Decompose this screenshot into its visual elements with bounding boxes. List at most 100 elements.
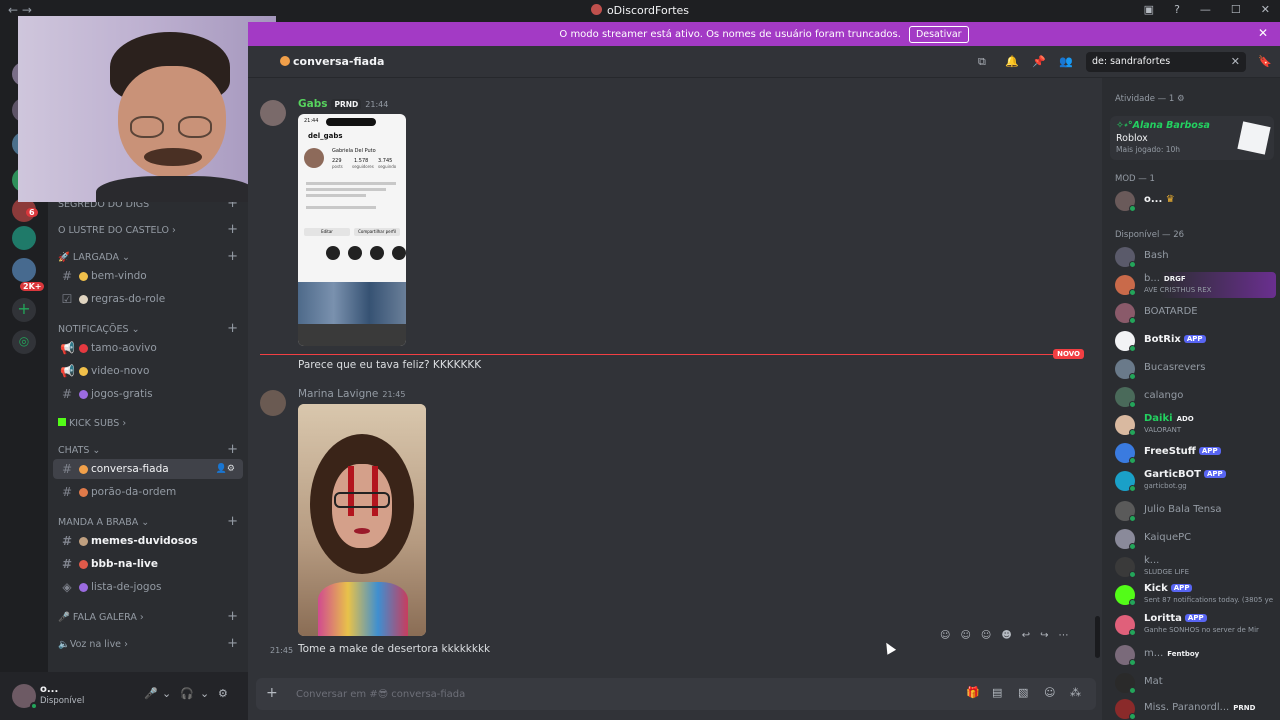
member-item[interactable]: calango — [1110, 384, 1276, 410]
category-o-lustre-do-castelo[interactable]: O LUSTRE DO CASTELO › — [58, 225, 176, 236]
reply-icon[interactable]: ↩ — [1022, 630, 1030, 641]
inbox-icon[interactable]: 🔖 — [1258, 55, 1272, 68]
channel-jogos-gratis[interactable]: # jogos-gratis — [53, 384, 243, 404]
image-attachment[interactable]: 21:44 del_gabs Gabriela Del Puto 229 1.5… — [298, 114, 406, 346]
add-server-button[interactable]: + — [12, 298, 36, 322]
notification-badge: 6 — [26, 208, 38, 217]
channel-bbb-na-live[interactable]: # bbb-na-live — [53, 554, 243, 574]
maximize-button[interactable]: ☐ — [1231, 3, 1241, 16]
chevron-down-icon[interactable]: ⌄ — [162, 687, 171, 700]
emoji-icon — [280, 56, 290, 66]
member-item[interactable]: GarticBOT APP garticbot.gg — [1110, 468, 1276, 494]
server-icon[interactable] — [12, 258, 36, 282]
add-channel-button[interactable]: + — [227, 514, 238, 529]
chevron-down-icon[interactable]: ⌄ — [200, 687, 209, 700]
add-channel-button[interactable]: + — [227, 321, 238, 336]
help-icon[interactable]: ? — [1174, 3, 1180, 16]
activity-card[interactable]: ✧˖°Alana Barbosa Roblox Mais jogado: 10h — [1110, 116, 1274, 160]
server-icon[interactable] — [12, 226, 36, 250]
apps-icon[interactable]: ⁂ — [1070, 686, 1081, 699]
reaction-icon[interactable]: ☺ — [981, 630, 991, 641]
clear-search-icon[interactable]: ✕ — [1231, 55, 1240, 68]
image-attachment[interactable] — [298, 404, 426, 636]
category-manda-a-braba[interactable]: MANDA A BRABA ⌄ — [58, 517, 149, 528]
category-kick-subs[interactable]: KICK SUBS › — [58, 418, 126, 429]
threads-icon[interactable]: ⧉ — [978, 55, 986, 69]
category-chats[interactable]: CHATS ⌄ — [58, 445, 100, 456]
more-icon[interactable]: ⋯ — [1059, 630, 1069, 641]
member-item[interactable]: Mat — [1110, 670, 1276, 696]
member-item[interactable]: Bash — [1110, 244, 1276, 270]
explore-servers-icon[interactable]: ◎ — [12, 330, 36, 354]
message-author[interactable]: Gabs PRND 21:44 — [298, 98, 388, 110]
channel-porao-da-ordem[interactable]: # porão-da-ordem — [53, 482, 243, 502]
forward-icon[interactable]: ↪ — [1040, 630, 1048, 641]
member-item[interactable]: Julio Bala Tensa — [1110, 498, 1276, 524]
channel-memes-duvidosos[interactable]: # memes-duvidosos — [53, 531, 243, 551]
message-hover-toolbar: ☺ ☺ ☺ ☻ ↩ ↪ ⋯ — [940, 630, 1069, 641]
search-input[interactable]: de: sandrafortes ✕ — [1086, 52, 1246, 72]
user-status: Disponível — [40, 696, 85, 706]
member-item[interactable]: BOATARDE — [1110, 300, 1276, 326]
gear-icon[interactable]: ⚙ — [218, 687, 228, 700]
avatar[interactable] — [260, 100, 286, 126]
channel-title: conversa-fiada — [280, 55, 384, 68]
pin-icon[interactable]: 📌 — [1032, 55, 1046, 68]
reaction-icon[interactable]: ☺ — [940, 630, 950, 641]
bell-icon[interactable]: 🔔 — [1005, 55, 1019, 68]
attach-plus-icon[interactable]: + — [266, 685, 278, 701]
add-channel-button[interactable]: + — [227, 249, 238, 264]
member-item[interactable]: Miss. Paranordl... PRND — [1110, 696, 1276, 720]
reaction-icon[interactable]: ☺ — [960, 630, 970, 641]
add-channel-button[interactable]: + — [227, 442, 238, 457]
add-reaction-icon[interactable]: ☻ — [1001, 630, 1011, 641]
member-item[interactable]: Bucasrevers — [1110, 356, 1276, 382]
headphones-icon[interactable]: 🎧 — [180, 687, 194, 700]
member-item[interactable]: o... ♛ — [1110, 188, 1276, 214]
member-item[interactable]: BotRix APP — [1110, 328, 1276, 354]
sticker-icon[interactable]: ▧ — [1018, 686, 1028, 699]
member-item[interactable]: b... DRGF AVE CRISTHUS REX — [1110, 272, 1276, 298]
member-item[interactable]: m... Fentboy — [1110, 642, 1276, 668]
category-voz-na-live[interactable]: 🔈Voz na live › — [58, 639, 128, 650]
member-item[interactable]: Kick APP Sent 87 notifications today. (380… — [1110, 582, 1276, 608]
close-window-button[interactable]: ✕ — [1261, 3, 1270, 16]
gif-icon[interactable]: ▤ — [992, 686, 1002, 699]
channel-lista-de-jogos[interactable]: ◈ lista-de-jogos — [53, 577, 243, 597]
channel-actions[interactable]: 👤⚙ — [216, 464, 235, 474]
gift-icon[interactable]: 🎁 — [966, 686, 980, 699]
emoji-icon — [79, 294, 88, 304]
add-channel-button[interactable]: + — [227, 222, 238, 237]
avatar[interactable] — [260, 390, 286, 416]
scrollbar[interactable] — [1095, 616, 1100, 658]
member-item[interactable]: FreeStuff APP — [1110, 440, 1276, 466]
channel-video-novo[interactable]: 📢 video-novo — [53, 361, 243, 381]
category-fala-galera[interactable]: 🎤 FALA GALERA › — [58, 612, 144, 623]
message-input[interactable] — [296, 684, 936, 704]
disable-streamer-mode-button[interactable]: Desativar — [908, 25, 969, 43]
category-notificacoes[interactable]: NOTIFICAÇÕES ⌄ — [58, 324, 140, 335]
channel-regras-do-role[interactable]: ☑ regras-do-role — [53, 289, 243, 309]
minimize-button[interactable]: — — [1200, 3, 1211, 16]
add-channel-button[interactable]: + — [227, 636, 238, 651]
gear-icon[interactable]: ⚙ — [1177, 94, 1185, 104]
window-controls: ▣ ? — ☐ ✕ — [1144, 3, 1270, 16]
message-author[interactable]: Marina Lavigne 21:45 — [298, 388, 405, 400]
member-item[interactable]: k... SLUDGE LIFE — [1110, 554, 1276, 580]
add-channel-button[interactable]: + — [227, 609, 238, 624]
emoji-icon[interactable]: ☺ — [1044, 686, 1055, 699]
channel-tamo-aovivo[interactable]: 📢 tamo-aovivo — [53, 338, 243, 358]
category-largada[interactable]: 🚀 LARGADA ⌄ — [58, 252, 130, 263]
member-item[interactable]: Loritta APP Ganhe SONHOS no server de Mir — [1110, 612, 1276, 638]
inbox-icon[interactable]: ▣ — [1144, 3, 1154, 16]
channel-bem-vindo[interactable]: # bem-vindo — [53, 266, 243, 286]
channel-conversa-fiada[interactable]: # conversa-fiada 👤⚙ — [53, 459, 243, 479]
message-timestamp: 21:45 — [382, 390, 406, 399]
members-icon[interactable]: 👥 — [1059, 55, 1073, 68]
member-item[interactable]: KaiquePC — [1110, 526, 1276, 552]
close-icon[interactable]: ✕ — [1258, 26, 1268, 40]
section-header: MOD — 1 — [1115, 174, 1155, 184]
message-text: Parece que eu tava feliz? KKKKKKK — [298, 359, 482, 371]
member-item[interactable]: Daiki ADO VALORANT — [1110, 412, 1276, 438]
microphone-icon[interactable]: 🎤 — [144, 687, 158, 700]
